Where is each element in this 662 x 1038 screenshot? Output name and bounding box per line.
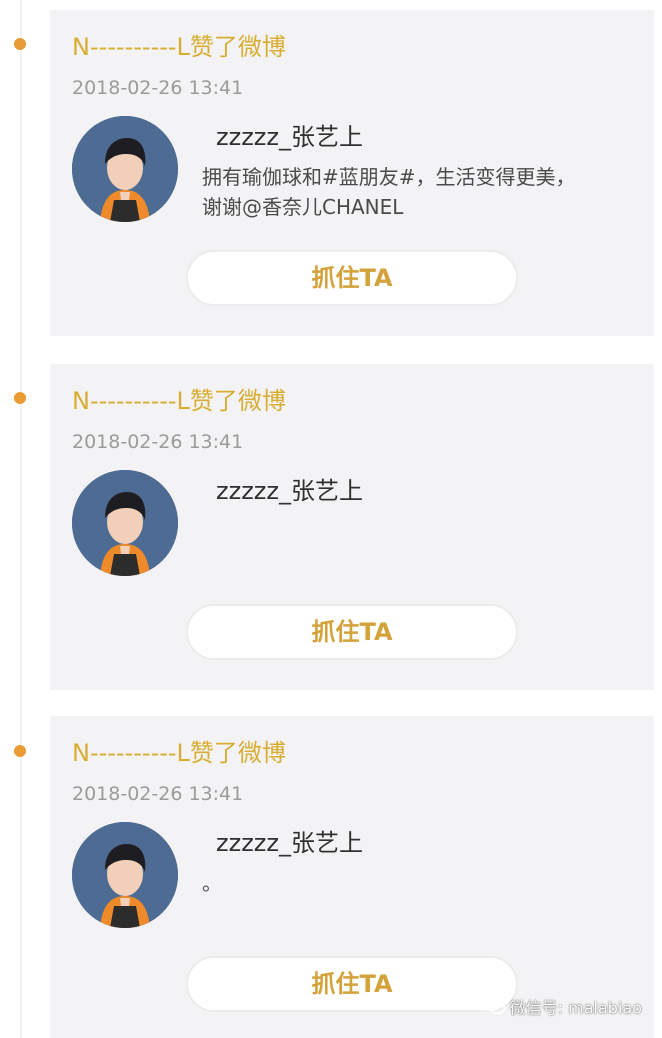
- timeline-dot: [14, 745, 26, 757]
- catch-ta-button[interactable]: 抓住TA: [186, 250, 518, 306]
- catch-ta-button[interactable]: 抓住TA: [186, 956, 518, 1012]
- timeline-dot: [14, 38, 26, 50]
- username[interactable]: zzzzz_张艺上: [216, 476, 363, 506]
- post-content[interactable]: 。: [202, 868, 642, 898]
- watermark: 微信号: malabiao: [481, 996, 642, 1022]
- feed-card: N----------L赞了微博 2018-02-26 13:41 zzzzz_…: [50, 10, 654, 336]
- activity-title: N----------L赞了微博: [72, 33, 286, 61]
- post-content[interactable]: 拥有瑜伽球和#蓝朋友#，生活变得更美， 谢谢@香奈儿CHANEL: [202, 162, 642, 222]
- avatar[interactable]: [72, 470, 178, 576]
- activity-time: 2018-02-26 13:41: [72, 77, 244, 99]
- activity-feed: N----------L赞了微博 2018-02-26 13:41 zzzzz_…: [0, 0, 662, 1038]
- avatar-photo-icon: [72, 470, 178, 576]
- activity-time: 2018-02-26 13:41: [72, 783, 244, 805]
- avatar[interactable]: [72, 822, 178, 928]
- activity-title: N----------L赞了微博: [72, 387, 286, 415]
- catch-ta-button[interactable]: 抓住TA: [186, 604, 518, 660]
- avatar[interactable]: [72, 116, 178, 222]
- feed-card: N----------L赞了微博 2018-02-26 13:41 zzzzz_…: [50, 716, 654, 1038]
- avatar-photo-icon: [72, 116, 178, 222]
- watermark-text: 微信号: malabiao: [509, 998, 642, 1018]
- username[interactable]: zzzzz_张艺上: [216, 828, 363, 858]
- activity-title: N----------L赞了微博: [72, 739, 286, 767]
- activity-time: 2018-02-26 13:41: [72, 431, 244, 453]
- avatar-photo-icon: [72, 822, 178, 928]
- wechat-icon: [481, 996, 506, 1022]
- timeline-dot: [14, 392, 26, 404]
- feed-card: N----------L赞了微博 2018-02-26 13:41 zzzzz_…: [50, 364, 654, 690]
- username[interactable]: zzzzz_张艺上: [216, 122, 363, 152]
